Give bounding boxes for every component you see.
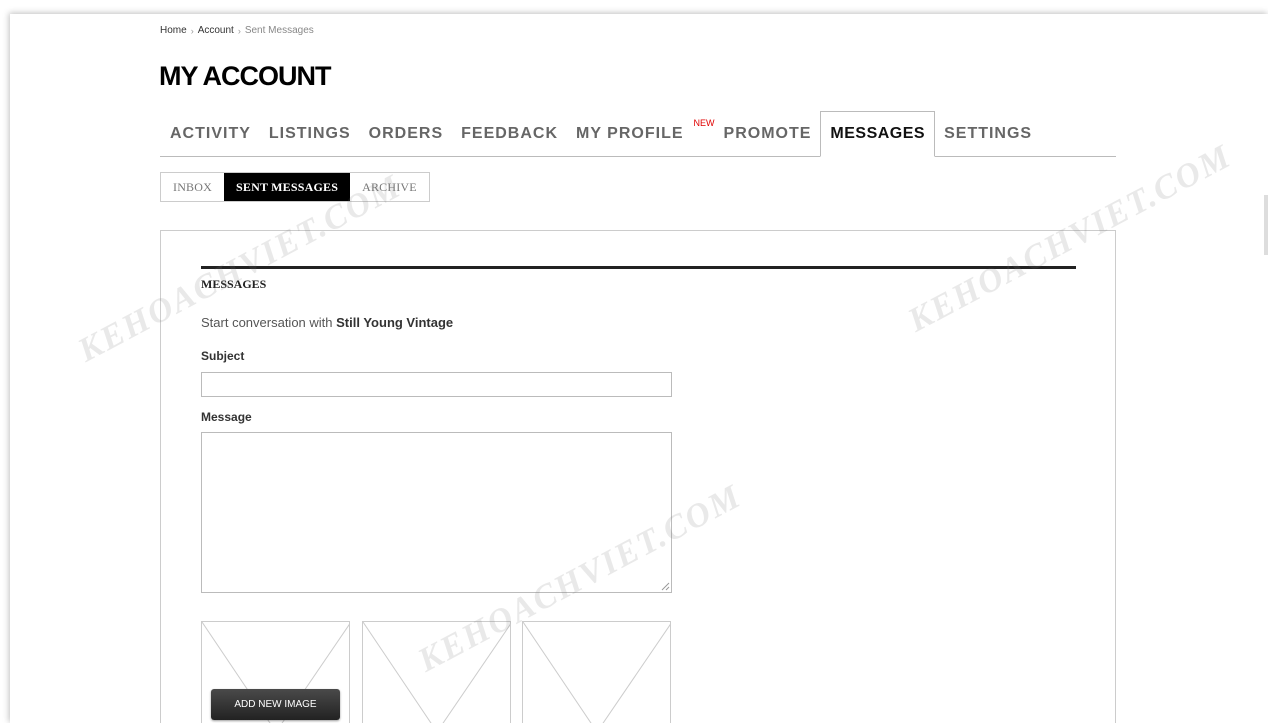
conversation-intro: Start conversation with Still Young Vint…	[201, 315, 453, 330]
resize-grip-icon[interactable]	[660, 581, 670, 591]
add-new-image-button[interactable]: ADD NEW IMAGE	[211, 689, 340, 720]
message-folder-tabs: INBOX SENT MESSAGES ARCHIVE	[160, 172, 430, 202]
image-placeholder-icon	[363, 622, 510, 723]
page-title: MY ACCOUNT	[159, 61, 331, 91]
tab-activity[interactable]: ACTIVITY	[160, 125, 260, 156]
breadcrumb-separator: ›	[190, 25, 194, 36]
tab-my-profile[interactable]: MY PROFILE NEW	[567, 118, 715, 156]
subject-label: Subject	[201, 349, 245, 363]
tab-orders[interactable]: ORDERS	[360, 125, 452, 156]
scrollbar-edge[interactable]	[1264, 195, 1268, 255]
tab-feedback[interactable]: FEEDBACK	[452, 125, 567, 156]
image-placeholder-icon	[523, 622, 670, 723]
image-slot[interactable]	[362, 621, 511, 723]
breadcrumb-account[interactable]: Account	[198, 25, 234, 36]
subtab-archive[interactable]: ARCHIVE	[350, 173, 429, 201]
tab-settings[interactable]: SETTINGS	[935, 125, 1041, 156]
account-tabs: ACTIVITY LISTINGS ORDERS FEEDBACK MY PRO…	[160, 111, 1116, 157]
breadcrumb-current: Sent Messages	[244, 25, 314, 36]
tab-messages[interactable]: MESSAGES	[820, 111, 936, 157]
breadcrumb: Home › Account › Sent Messages	[160, 25, 314, 36]
new-badge: NEW	[693, 118, 715, 128]
compose-heading: MESSAGES	[201, 277, 267, 291]
breadcrumb-home[interactable]: Home	[160, 25, 187, 36]
compose-panel: MESSAGES Start conversation with Still Y…	[160, 230, 1116, 723]
heading-rule	[201, 266, 1076, 269]
tab-promote[interactable]: PROMOTE	[715, 125, 821, 156]
tab-listings[interactable]: LISTINGS	[260, 125, 360, 156]
subtab-sent-messages[interactable]: SENT MESSAGES	[224, 173, 351, 201]
subject-input[interactable]	[201, 372, 672, 397]
intro-text: Start conversation with	[201, 315, 333, 330]
message-textarea[interactable]	[201, 432, 672, 593]
tab-my-profile-label: MY PROFILE	[576, 125, 684, 142]
message-label: Message	[201, 410, 252, 424]
subtab-inbox[interactable]: INBOX	[161, 173, 224, 201]
recipient-name: Still Young Vintage	[336, 315, 454, 330]
image-slot[interactable]	[522, 621, 671, 723]
breadcrumb-separator: ›	[237, 25, 241, 36]
